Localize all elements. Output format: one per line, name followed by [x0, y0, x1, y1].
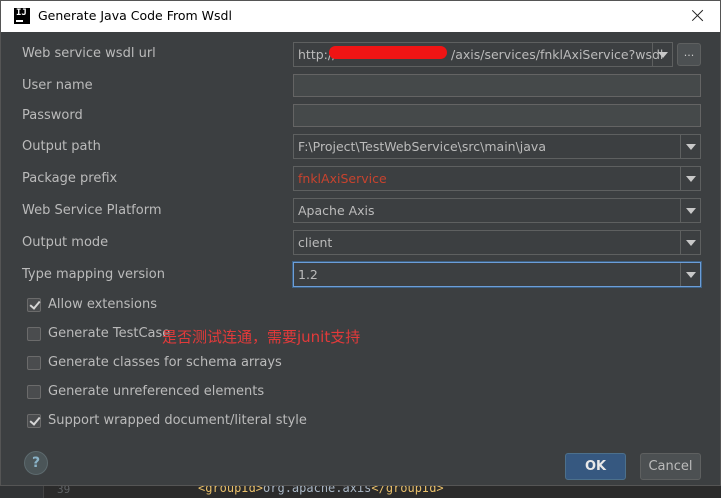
generate-wsdl-dialog: IJ Generate Java Code From Wsdl Web serv… [0, 0, 721, 486]
title-bar: IJ Generate Java Code From Wsdl [1, 1, 720, 32]
type-mapping-combo[interactable]: 1.2 [293, 262, 701, 287]
wrapped-style-checkbox[interactable] [27, 414, 41, 428]
intellij-app-icon: IJ [14, 8, 30, 24]
ok-button[interactable]: OK [565, 453, 626, 480]
chevron-down-icon[interactable] [680, 167, 700, 190]
type-mapping-label: Type mapping version [22, 267, 165, 282]
package-prefix-value: fnklAxiService [298, 171, 387, 186]
allow-extensions-label: Allow extensions [48, 297, 157, 312]
wrapped-style-label: Support wrapped document/literal style [48, 413, 307, 428]
chevron-down-icon[interactable] [680, 263, 700, 286]
platform-value: Apache Axis [298, 203, 375, 218]
chevron-down-icon[interactable] [680, 199, 700, 222]
allow-extensions-checkbox[interactable] [27, 298, 41, 312]
generate-testcase-checkbox[interactable] [27, 327, 41, 341]
output-path-combo[interactable]: F:\Project\TestWebService\src\main\java [293, 134, 701, 159]
chevron-down-icon[interactable] [680, 231, 700, 254]
help-button[interactable]: ? [24, 451, 48, 475]
package-prefix-label: Package prefix [22, 171, 118, 186]
type-mapping-value: 1.2 [298, 267, 318, 282]
output-mode-label: Output mode [22, 235, 109, 250]
package-prefix-combo[interactable]: fnklAxiService [293, 166, 701, 191]
redaction-mark [329, 46, 447, 59]
user-name-field[interactable] [293, 74, 701, 97]
schema-arrays-checkbox[interactable] [27, 356, 41, 370]
background-editor: 39 <groupId>org.apache.axis</groupId> [0, 481, 721, 498]
generate-testcase-label: Generate TestCase [48, 326, 171, 341]
browse-button[interactable]: ... [677, 43, 701, 66]
testcase-annotation: 是否测试连通，需要junit支持 [162, 328, 361, 346]
schema-arrays-label: Generate classes for schema arrays [48, 355, 282, 370]
password-label: Password [22, 108, 83, 123]
unreferenced-elements-label: Generate unreferenced elements [48, 384, 265, 399]
close-icon[interactable] [685, 4, 711, 28]
chevron-down-icon[interactable] [652, 43, 672, 66]
unreferenced-elements-checkbox[interactable] [27, 385, 41, 399]
cancel-button[interactable]: Cancel [640, 453, 701, 480]
wsdl-url-suffix: /axis/services/fnklAxiService?wsdl [451, 47, 664, 62]
platform-label: Web Service Platform [22, 203, 162, 218]
user-name-label: User name [22, 78, 93, 93]
output-mode-value: client [298, 235, 333, 250]
window-title: Generate Java Code From Wsdl [38, 8, 232, 23]
output-path-label: Output path [22, 139, 101, 154]
platform-combo[interactable]: Apache Axis [293, 198, 701, 223]
wsdl-url-label: Web service wsdl url [22, 46, 156, 61]
wsdl-url-combo[interactable]: http:// /axis/services/fnklAxiService?ws… [293, 42, 673, 67]
editor-gutter [0, 484, 44, 498]
chevron-down-icon[interactable] [680, 135, 700, 158]
output-mode-combo[interactable]: client [293, 230, 701, 255]
output-path-value: F:\Project\TestWebService\src\main\java [298, 139, 546, 154]
password-field[interactable] [293, 104, 701, 127]
